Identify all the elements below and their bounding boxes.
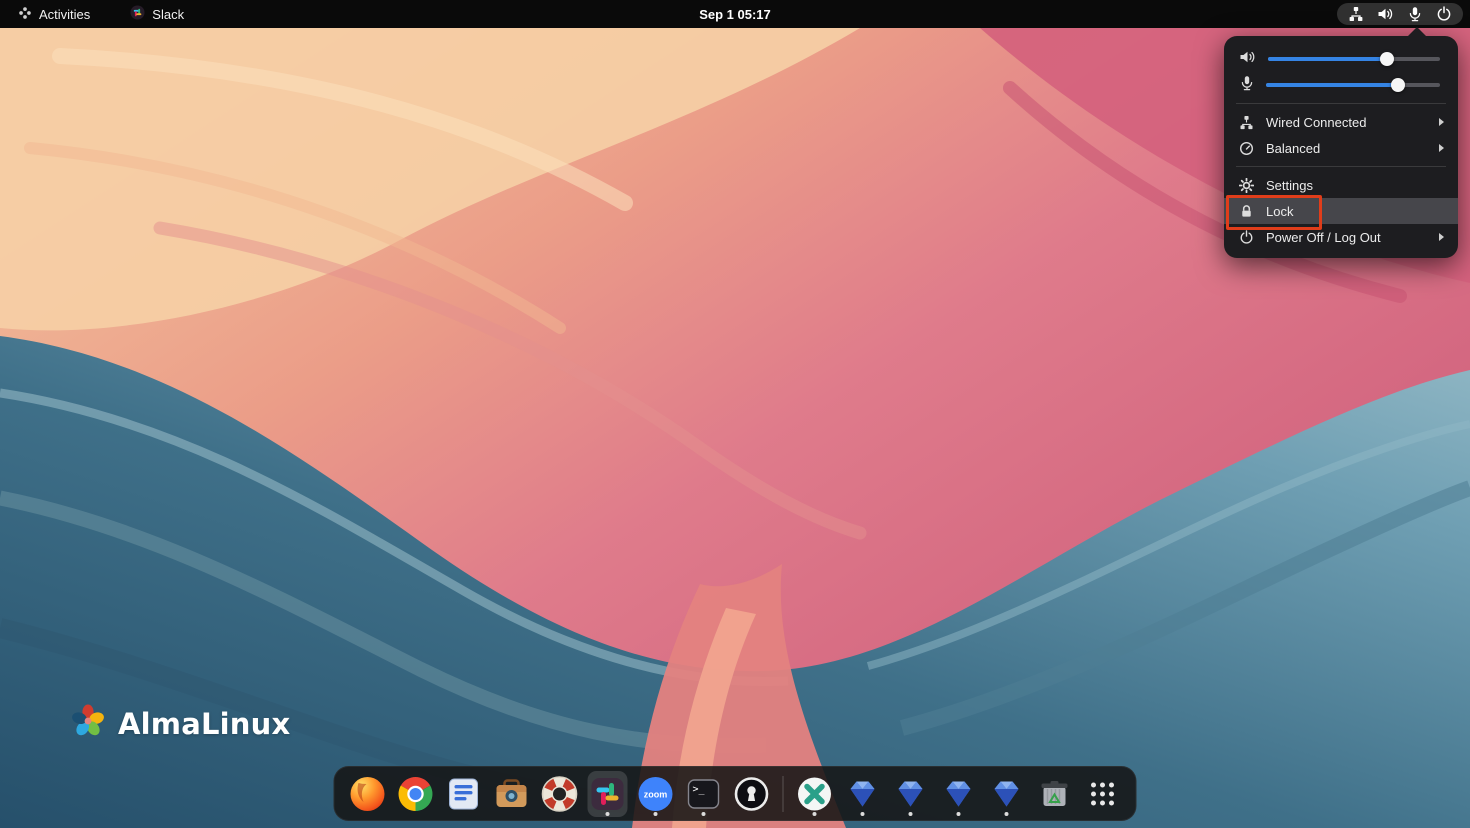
almalinux-logo: AlmaLinux <box>68 701 290 746</box>
chrome-icon <box>397 775 435 813</box>
dock-item-trash[interactable] <box>1035 771 1075 817</box>
menu-item-label: Wired Connected <box>1266 116 1366 129</box>
almalinux-flower-icon <box>68 701 108 746</box>
chevron-right-icon <box>1438 232 1445 242</box>
menu-item-label: Power Off / Log Out <box>1266 231 1381 244</box>
activities-icon <box>18 6 32 23</box>
diamond-icon <box>988 775 1026 813</box>
dock-item-zoom[interactable]: zoom <box>636 771 676 817</box>
diamond-icon <box>940 775 978 813</box>
zoom-wordmark: zoom <box>644 789 668 799</box>
teal-x-icon <box>796 775 834 813</box>
dock-item-slack[interactable] <box>588 771 628 817</box>
app-menu-label: Slack <box>152 8 184 21</box>
lock-icon <box>1239 204 1254 219</box>
mic-slider-fill <box>1266 83 1398 87</box>
activities-button[interactable]: Activities <box>12 3 96 25</box>
running-indicator <box>702 812 706 816</box>
dock-item-blue-diamond-1[interactable] <box>843 771 883 817</box>
menu-item-label: Settings <box>1266 179 1313 192</box>
mic-icon <box>1239 75 1255 96</box>
menu-item-settings[interactable]: Settings <box>1224 172 1458 198</box>
desktop: Activities Slack Sep 1 05:17 <box>0 0 1470 828</box>
menu-separator <box>1236 166 1446 167</box>
chevron-right-icon <box>1438 143 1445 153</box>
dock-item-chrome[interactable] <box>396 771 436 817</box>
volume-slider[interactable] <box>1268 57 1440 61</box>
trash-icon <box>1036 775 1074 813</box>
volume-icon <box>1377 6 1394 22</box>
menu-item-label: Balanced <box>1266 142 1320 155</box>
menu-beak <box>1408 27 1426 36</box>
chevron-right-icon <box>1438 117 1445 127</box>
terminal-icon: >_ <box>685 775 723 813</box>
menu-item-balanced[interactable]: Balanced <box>1224 135 1458 161</box>
lifebuoy-icon <box>541 775 579 813</box>
power-icon <box>1436 6 1452 22</box>
document-icon <box>445 775 483 813</box>
running-indicator <box>861 812 865 816</box>
clock-button[interactable]: Sep 1 05:17 <box>689 0 781 28</box>
dock-item-briefcase-app[interactable] <box>492 771 532 817</box>
zoom-icon: zoom <box>637 775 675 813</box>
menu-item-label: Lock <box>1266 205 1293 218</box>
diamond-icon <box>892 775 930 813</box>
dock-item-teal-x-app[interactable] <box>795 771 835 817</box>
volume-slider-fill <box>1268 57 1387 61</box>
running-indicator <box>957 812 961 816</box>
dock-item-blue-diamond-2[interactable] <box>891 771 931 817</box>
activities-label: Activities <box>39 8 90 21</box>
terminal-prompt: >_ <box>693 784 706 795</box>
dock: zoom >_ <box>334 766 1137 821</box>
system-menu: Wired Connected Balanced Settings <box>1224 36 1458 258</box>
running-indicator <box>1005 812 1009 816</box>
running-indicator <box>909 812 913 816</box>
menu-item-lock[interactable]: Lock <box>1224 198 1458 224</box>
wired-network-icon <box>1348 6 1364 22</box>
mic-slider-row <box>1224 72 1458 98</box>
dock-item-firefox[interactable] <box>348 771 388 817</box>
volume-slider-row <box>1224 46 1458 72</box>
brand-name: AlmaLinux <box>118 707 290 741</box>
firefox-icon <box>349 775 387 813</box>
system-tray-button[interactable] <box>1337 3 1463 25</box>
dock-item-keyhole-circle-app[interactable] <box>732 771 772 817</box>
microphone-icon <box>1407 6 1423 22</box>
mic-slider[interactable] <box>1266 83 1440 87</box>
dock-item-blue-diamond-4[interactable] <box>987 771 1027 817</box>
slack-icon <box>589 775 627 813</box>
power-icon <box>1239 230 1254 245</box>
diamond-icon <box>844 775 882 813</box>
top-bar: Activities Slack Sep 1 05:17 <box>0 0 1470 28</box>
gear-icon <box>1239 178 1254 193</box>
app-menu-slack[interactable]: Slack <box>124 3 190 25</box>
dock-item-help-lifebuoy[interactable] <box>540 771 580 817</box>
running-indicator <box>606 812 610 816</box>
dock-item-show-apps[interactable] <box>1083 771 1123 817</box>
keyhole-circle-icon <box>733 775 771 813</box>
running-indicator <box>813 812 817 816</box>
dock-item-document-viewer[interactable] <box>444 771 484 817</box>
running-indicator <box>654 812 658 816</box>
menu-item-power-off-log-out[interactable]: Power Off / Log Out <box>1224 224 1458 250</box>
dock-item-terminal[interactable]: >_ <box>684 771 724 817</box>
briefcase-icon <box>493 775 531 813</box>
wired-network-icon <box>1239 115 1254 130</box>
mic-slider-handle[interactable] <box>1391 78 1405 92</box>
slack-icon <box>130 5 145 23</box>
dock-item-blue-diamond-3[interactable] <box>939 771 979 817</box>
dock-separator <box>783 776 784 812</box>
menu-item-wired-connected[interactable]: Wired Connected <box>1224 109 1458 135</box>
app-grid-icon <box>1084 775 1122 813</box>
power-profile-gauge-icon <box>1239 141 1254 156</box>
volume-slider-handle[interactable] <box>1380 52 1394 66</box>
menu-separator <box>1236 103 1446 104</box>
speaker-icon <box>1239 49 1257 70</box>
